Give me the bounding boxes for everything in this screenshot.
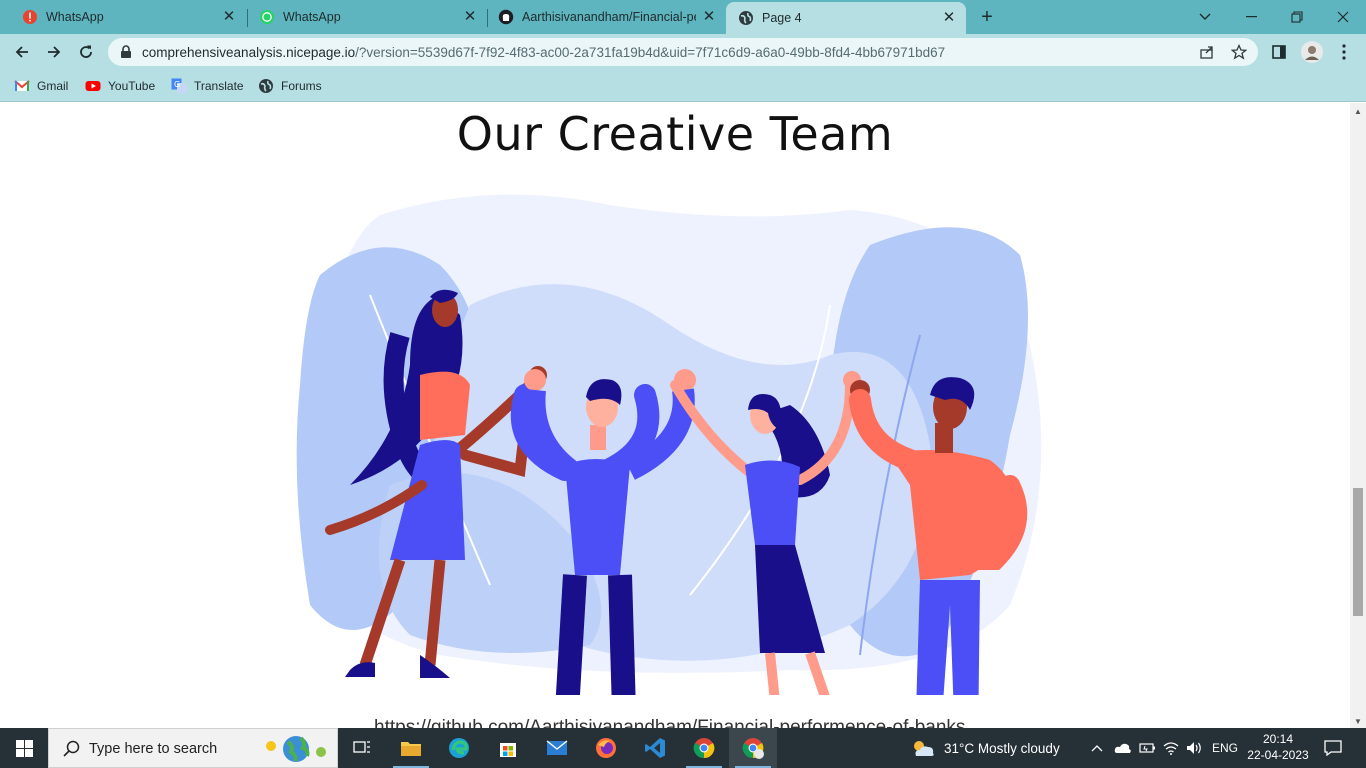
bookmark-label: Forums: [281, 79, 322, 93]
bookmark-youtube[interactable]: YouTube: [85, 76, 155, 96]
reload-button[interactable]: [72, 38, 100, 66]
whatsapp-alert-icon: [23, 10, 37, 24]
url-path: /?version=5539d67f-7f92-4f83-ac00-2a731f…: [355, 45, 946, 60]
side-panel-icon[interactable]: [1265, 38, 1293, 66]
bookmark-forums[interactable]: Forums: [258, 76, 322, 96]
page-scrollbar[interactable]: ▲ ▼: [1350, 103, 1366, 728]
svg-text:G: G: [174, 80, 180, 89]
bookmark-gmail[interactable]: Gmail: [14, 76, 68, 96]
tab-whatsapp-1[interactable]: WhatsApp ✕: [0, 0, 246, 34]
onedrive-icon[interactable]: [1114, 728, 1132, 768]
scroll-down-icon[interactable]: ▼: [1354, 717, 1362, 726]
windows-logo-icon: [15, 739, 33, 757]
mail-icon[interactable]: [533, 728, 581, 768]
tab-whatsapp-2[interactable]: WhatsApp ✕: [237, 0, 487, 34]
github-link-text[interactable]: https://github.com/Aarthisivanandham/Fin…: [374, 717, 965, 728]
firefox-icon[interactable]: [582, 728, 630, 768]
notification-icon[interactable]: [1324, 728, 1342, 768]
browser-toolbar: comprehensiveanalysis.nicepage.io/?versi…: [0, 34, 1366, 70]
address-bar[interactable]: comprehensiveanalysis.nicepage.io/?versi…: [108, 38, 1258, 66]
search-icon: [63, 740, 80, 757]
wifi-icon[interactable]: [1163, 728, 1179, 768]
chrome-profile-icon[interactable]: [729, 728, 777, 768]
show-hidden-icons[interactable]: [1091, 728, 1103, 768]
share-icon[interactable]: [1199, 44, 1215, 60]
close-tab-icon[interactable]: ✕: [942, 10, 956, 25]
forward-button[interactable]: [40, 38, 68, 66]
globe-icon: [739, 11, 753, 25]
earth-day-icon: [266, 736, 326, 762]
taskbar-search-box[interactable]: Type here to search: [48, 728, 338, 768]
back-button[interactable]: [8, 38, 36, 66]
team-illustration: [296, 194, 1042, 695]
close-tab-icon[interactable]: ✕: [463, 9, 477, 24]
microsoft-store-icon[interactable]: [484, 728, 532, 768]
vscode-icon[interactable]: [631, 728, 679, 768]
clock-date: 22-04-2023: [1247, 748, 1309, 762]
tab-search-chevron-icon[interactable]: [1182, 0, 1228, 34]
battery-plug-icon[interactable]: [1139, 728, 1157, 768]
weather-widget[interactable]: 31°C Mostly cloudy: [910, 728, 1060, 768]
tab-github[interactable]: Aarthisivanandham/Financial-per ✕: [476, 0, 726, 34]
tab-title: Aarthisivanandham/Financial-per: [522, 10, 696, 24]
tab-title: WhatsApp: [283, 10, 341, 24]
clock-time: 20:14: [1262, 732, 1294, 746]
whatsapp-icon: [260, 10, 274, 24]
bookmarks-bar: Gmail YouTube G Translate Forums: [0, 70, 1366, 102]
globe-icon: [259, 79, 273, 93]
tab-title: WhatsApp: [46, 10, 104, 24]
tab-strip: WhatsApp ✕ WhatsApp ✕ Aarthisivanandham/…: [0, 0, 1366, 34]
close-tab-icon[interactable]: ✕: [702, 9, 716, 24]
windows-taskbar: Type here to search 31°C Mostly cloudy E…: [0, 728, 1366, 768]
close-tab-icon[interactable]: ✕: [222, 9, 236, 24]
star-icon[interactable]: [1231, 44, 1247, 60]
bookmark-label: Translate: [194, 79, 244, 93]
scrollbar-thumb[interactable]: [1353, 488, 1363, 616]
volume-icon[interactable]: [1186, 728, 1204, 768]
search-placeholder: Type here to search: [89, 741, 218, 757]
youtube-icon: [85, 81, 101, 91]
page-heading: Our Creative Team: [456, 107, 894, 161]
language-indicator[interactable]: ENG: [1212, 728, 1238, 768]
lock-icon: [121, 45, 131, 58]
url-text: comprehensiveanalysis.nicepage.io/?versi…: [142, 45, 945, 60]
new-tab-button[interactable]: +: [977, 7, 997, 27]
weather-text: 31°C Mostly cloudy: [944, 740, 1060, 756]
cloudy-weather-icon: [914, 741, 934, 756]
bookmark-label: Gmail: [37, 79, 69, 93]
translate-icon: G: [171, 78, 187, 94]
taskbar-clock[interactable]: 20:14 22-04-2023: [1245, 731, 1311, 763]
bookmark-translate[interactable]: G Translate: [171, 76, 244, 96]
tab-title: Page 4: [762, 11, 802, 25]
profile-avatar[interactable]: [1298, 38, 1326, 66]
edge-icon[interactable]: [435, 728, 483, 768]
bookmark-label: YouTube: [108, 79, 156, 93]
page-viewport: Our Creative Team https://github.com/Aar…: [0, 103, 1350, 728]
language-text: ENG: [1212, 741, 1239, 755]
minimize-button[interactable]: [1228, 0, 1274, 34]
github-icon: [498, 9, 514, 25]
restore-button[interactable]: [1274, 0, 1320, 34]
menu-kebab-icon[interactable]: [1330, 38, 1358, 66]
scroll-up-icon[interactable]: ▲: [1354, 107, 1362, 116]
chrome-icon[interactable]: [680, 728, 728, 768]
url-host: comprehensiveanalysis.nicepage.io: [142, 45, 356, 60]
task-view-icon[interactable]: [338, 728, 386, 768]
close-window-button[interactable]: [1320, 0, 1366, 34]
gmail-icon: [14, 80, 30, 91]
start-button[interactable]: [0, 728, 48, 768]
file-explorer-icon[interactable]: [387, 728, 435, 768]
tab-page-4[interactable]: Page 4 ✕: [726, 2, 966, 34]
